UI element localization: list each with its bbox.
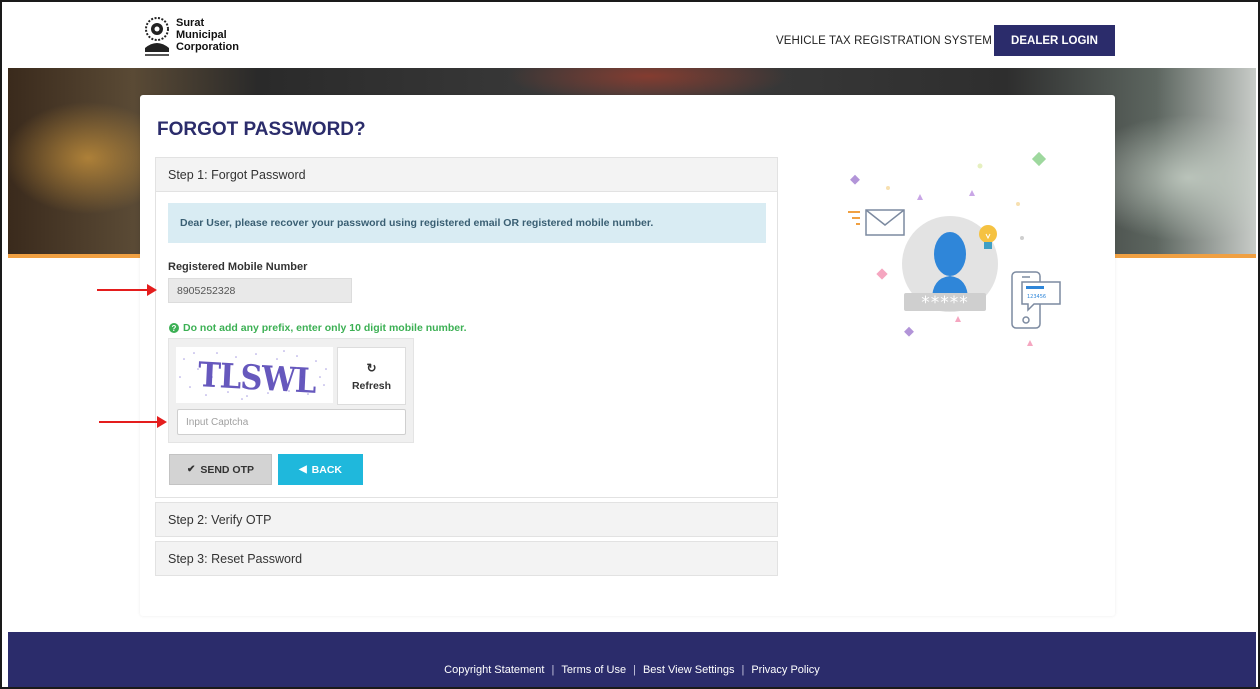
mobile-hint: ? Do not add any prefix, enter only 10 d… bbox=[169, 322, 467, 334]
arrow-circle-left-icon: ◀ bbox=[298, 464, 307, 475]
info-alert: Dear User, please recover your password … bbox=[168, 203, 766, 243]
step-3-panel: Step 3: Reset Password bbox=[155, 541, 778, 576]
captcha-input[interactable] bbox=[177, 409, 406, 435]
refresh-icon: ↻ bbox=[366, 360, 377, 375]
back-label: BACK bbox=[311, 463, 343, 476]
logo-line-3: Corporation bbox=[176, 41, 239, 53]
password-mask: ***** bbox=[921, 293, 969, 313]
mobile-label: Registered Mobile Number bbox=[168, 261, 308, 273]
annotation-arrow-captcha bbox=[99, 416, 167, 428]
smc-emblem-icon bbox=[142, 14, 172, 60]
envelope-icon bbox=[848, 209, 905, 236]
footer-separator: | bbox=[633, 663, 636, 676]
step-1-panel: Step 1: Forgot Password Dear User, pleas… bbox=[155, 157, 778, 498]
page-title: FORGOT PASSWORD? bbox=[157, 119, 366, 140]
phone-chat-icon bbox=[1011, 271, 1061, 329]
logo-line-2: Municipal bbox=[176, 29, 227, 41]
question-circle-icon: ? bbox=[169, 323, 179, 333]
refresh-captcha-button[interactable]: ↻ Refresh bbox=[337, 347, 406, 405]
send-otp-button[interactable]: ✔ SEND OTP bbox=[169, 454, 272, 485]
site-header: Surat Municipal Corporation VEHICLE TAX … bbox=[8, 8, 1256, 68]
mobile-hint-text: Do not add any prefix, enter only 10 dig… bbox=[183, 322, 467, 334]
page-frame: Surat Municipal Corporation VEHICLE TAX … bbox=[0, 0, 1260, 689]
mobile-number-input[interactable] bbox=[168, 278, 352, 303]
check-icon: ✔ bbox=[186, 464, 196, 475]
captcha-image: TLSWL bbox=[176, 347, 333, 403]
footer-link-copyright[interactable]: Copyright Statement bbox=[444, 664, 544, 676]
site-footer: Copyright Statement | Terms of Use | Bes… bbox=[8, 632, 1256, 687]
footer-link-terms[interactable]: Terms of Use bbox=[561, 664, 626, 676]
smc-logo[interactable]: Surat Municipal Corporation bbox=[142, 14, 239, 60]
back-button[interactable]: ◀ BACK bbox=[278, 454, 363, 485]
phone-code: 123456 bbox=[1027, 294, 1046, 300]
dealer-login-button[interactable]: DEALER LOGIN bbox=[994, 25, 1115, 56]
annotation-arrow-mobile bbox=[97, 284, 157, 296]
footer-link-privacy[interactable]: Privacy Policy bbox=[751, 664, 819, 676]
captcha-box: TLSWL ↻ Refresh bbox=[168, 338, 414, 443]
footer-separator: | bbox=[741, 663, 745, 676]
step-1-body: Dear User, please recover your password … bbox=[156, 191, 777, 497]
system-title: VEHICLE TAX REGISTRATION SYSTEM bbox=[776, 35, 992, 47]
forgot-password-illustration: ***** 123456 bbox=[840, 150, 1070, 360]
step-2-panel: Step 2: Verify OTP bbox=[155, 502, 778, 537]
footer-link-best-view[interactable]: Best View Settings bbox=[643, 664, 735, 676]
step-3-header[interactable]: Step 3: Reset Password bbox=[156, 542, 777, 575]
logo-line-1: Surat bbox=[176, 17, 205, 29]
step-2-header[interactable]: Step 2: Verify OTP bbox=[156, 503, 777, 536]
send-otp-label: SEND OTP bbox=[200, 463, 255, 476]
footer-separator: | bbox=[551, 663, 555, 676]
refresh-label: Refresh bbox=[351, 379, 392, 392]
step-1-header[interactable]: Step 1: Forgot Password bbox=[156, 158, 777, 191]
captcha-text: TLSWL bbox=[197, 355, 317, 402]
